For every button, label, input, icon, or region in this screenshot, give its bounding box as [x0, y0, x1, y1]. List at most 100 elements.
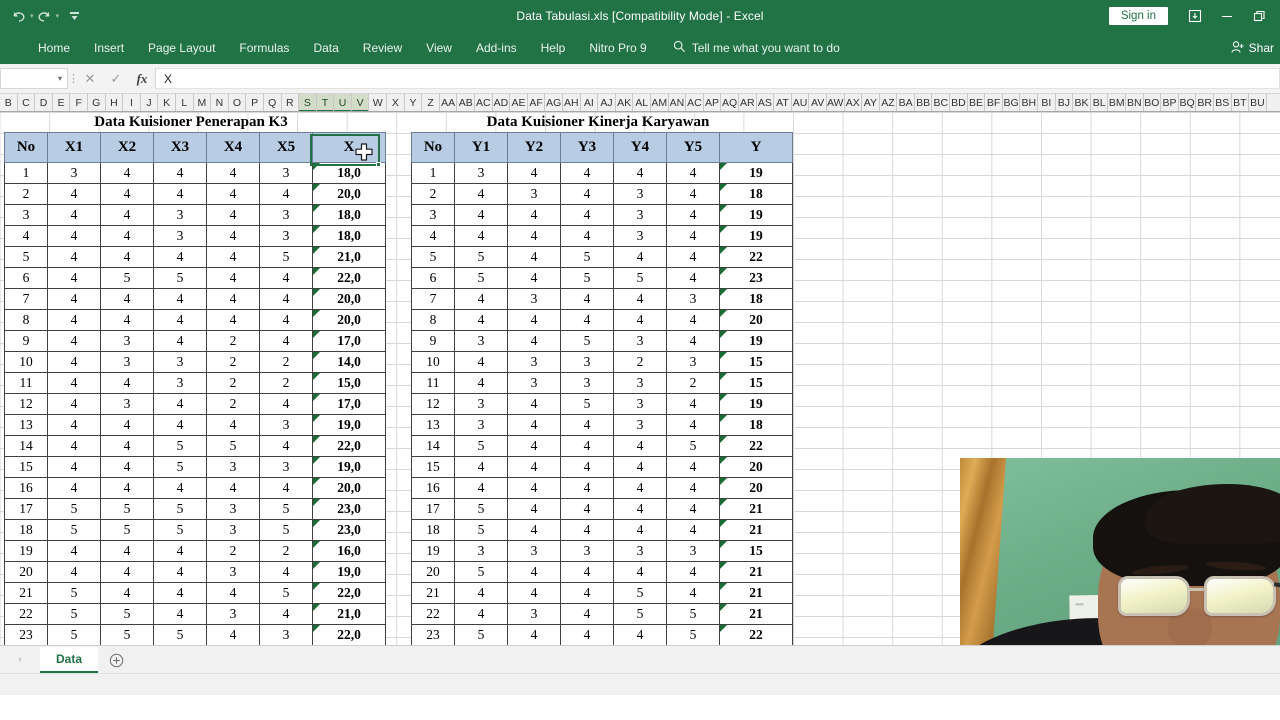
column-header-bk[interactable]: BK	[1073, 94, 1091, 111]
data-cell[interactable]: 5	[259, 246, 313, 268]
data-cell[interactable]: 4	[507, 225, 561, 247]
data-cell[interactable]: 4	[454, 603, 508, 625]
total-cell[interactable]: 15	[719, 540, 793, 562]
column-header-cell-y3[interactable]: Y3	[560, 132, 614, 163]
data-cell[interactable]: 4	[507, 414, 561, 436]
data-cell[interactable]: 4	[454, 225, 508, 247]
row-number-cell[interactable]: 1	[4, 162, 48, 184]
data-cell[interactable]: 4	[454, 351, 508, 373]
data-cell[interactable]: 4	[666, 456, 720, 478]
column-header-cell-y1[interactable]: Y1	[454, 132, 508, 163]
data-cell[interactable]: 4	[613, 561, 667, 583]
row-number-cell[interactable]: 16	[4, 477, 48, 499]
data-cell[interactable]: 5	[560, 330, 614, 352]
data-cell[interactable]: 4	[560, 288, 614, 310]
table-row[interactable]: 10 4 3 3 2 2 14,0	[4, 351, 386, 373]
data-cell[interactable]: 5	[666, 603, 720, 625]
row-number-cell[interactable]: 6	[411, 267, 455, 289]
data-cell[interactable]: 4	[206, 582, 260, 604]
data-cell[interactable]: 2	[206, 372, 260, 394]
data-cell[interactable]: 4	[47, 288, 101, 310]
table-row[interactable]: 9 3 4 5 3 4 19	[411, 330, 793, 352]
data-table[interactable]: No Y1 Y2 Y3 Y4 Y5 Y 1 3 4 4 4 4 19 2 4 3 4 3 4 18 3 4 4 4 3 4 19 4 4 4…	[411, 132, 793, 645]
table-row[interactable]: 17 5 4 4 4 4 21	[411, 498, 793, 520]
tab-data[interactable]: Data	[301, 36, 350, 61]
data-cell[interactable]: 4	[153, 540, 207, 562]
data-cell[interactable]: 4	[100, 309, 154, 331]
data-cell[interactable]: 3	[560, 372, 614, 394]
row-number-cell[interactable]: 14	[411, 435, 455, 457]
column-header-s[interactable]: S	[299, 94, 317, 111]
data-cell[interactable]: 4	[560, 435, 614, 457]
row-number-cell[interactable]: 2	[4, 183, 48, 205]
column-header-bt[interactable]: BT	[1231, 94, 1250, 111]
column-header-cell-no[interactable]: No	[4, 132, 48, 163]
data-cell[interactable]: 4	[206, 183, 260, 205]
column-header-ar[interactable]: AR	[738, 94, 757, 111]
data-cell[interactable]: 4	[613, 162, 667, 184]
row-number-cell[interactable]: 3	[4, 204, 48, 226]
data-cell[interactable]: 4	[100, 162, 154, 184]
data-cell[interactable]: 4	[507, 624, 561, 645]
total-cell[interactable]: 21	[719, 561, 793, 583]
total-cell[interactable]: 19	[719, 204, 793, 226]
row-number-cell[interactable]: 20	[411, 561, 455, 583]
total-cell[interactable]: 20,0	[312, 309, 386, 331]
data-cell[interactable]: 3	[613, 204, 667, 226]
row-number-cell[interactable]: 15	[411, 456, 455, 478]
data-cell[interactable]: 4	[560, 456, 614, 478]
data-cell[interactable]: 4	[206, 246, 260, 268]
data-cell[interactable]: 4	[454, 477, 508, 499]
table-row[interactable]: 11 4 3 3 3 2 15	[411, 372, 793, 394]
data-cell[interactable]: 5	[100, 267, 154, 289]
total-cell[interactable]: 20	[719, 456, 793, 478]
column-header-h[interactable]: H	[105, 94, 124, 111]
total-cell[interactable]: 23	[719, 267, 793, 289]
data-cell[interactable]: 4	[153, 603, 207, 625]
column-header-bi[interactable]: BI	[1038, 94, 1056, 111]
data-cell[interactable]: 4	[507, 456, 561, 478]
data-cell[interactable]: 4	[100, 183, 154, 205]
row-number-cell[interactable]: 13	[4, 414, 48, 436]
column-header-as[interactable]: AS	[756, 94, 775, 111]
table-row[interactable]: 20 4 4 4 3 4 19,0	[4, 561, 386, 583]
tab-home[interactable]: Home	[26, 36, 82, 61]
data-cell[interactable]: 4	[560, 582, 614, 604]
data-cell[interactable]: 4	[153, 393, 207, 415]
data-cell[interactable]: 4	[206, 414, 260, 436]
data-cell[interactable]: 4	[613, 519, 667, 541]
tab-add-ins[interactable]: Add-ins	[464, 36, 529, 61]
data-cell[interactable]: 3	[613, 330, 667, 352]
data-cell[interactable]: 3	[454, 330, 508, 352]
total-cell[interactable]: 18	[719, 183, 793, 205]
column-header-v[interactable]: V	[351, 94, 370, 111]
data-cell[interactable]: 4	[613, 288, 667, 310]
data-cell[interactable]: 4	[153, 477, 207, 499]
data-cell[interactable]: 4	[206, 288, 260, 310]
column-header-m[interactable]: M	[193, 94, 212, 111]
data-cell[interactable]: 5	[613, 582, 667, 604]
total-cell[interactable]: 19	[719, 393, 793, 415]
data-cell[interactable]: 4	[100, 477, 154, 499]
column-header-u[interactable]: U	[334, 94, 352, 111]
total-cell[interactable]: 18,0	[312, 204, 386, 226]
total-cell[interactable]: 18,0	[312, 162, 386, 184]
table-row[interactable]: 19 4 4 4 2 2 16,0	[4, 540, 386, 562]
total-cell[interactable]: 21,0	[312, 246, 386, 268]
row-number-cell[interactable]: 5	[411, 246, 455, 268]
data-cell[interactable]: 3	[666, 288, 720, 310]
column-header-ba[interactable]: BA	[897, 94, 915, 111]
column-header-r[interactable]: R	[281, 94, 300, 111]
data-cell[interactable]: 4	[613, 309, 667, 331]
data-cell[interactable]: 4	[560, 498, 614, 520]
column-header-aj[interactable]: AJ	[598, 94, 616, 111]
column-header-aq[interactable]: AQ	[721, 94, 739, 111]
data-cell[interactable]: 3	[100, 351, 154, 373]
data-cell[interactable]: 4	[153, 561, 207, 583]
data-cell[interactable]: 4	[47, 267, 101, 289]
column-header-au[interactable]: AU	[791, 94, 810, 111]
data-cell[interactable]: 4	[454, 309, 508, 331]
row-number-cell[interactable]: 22	[411, 603, 455, 625]
data-cell[interactable]: 4	[206, 225, 260, 247]
data-cell[interactable]: 4	[100, 582, 154, 604]
